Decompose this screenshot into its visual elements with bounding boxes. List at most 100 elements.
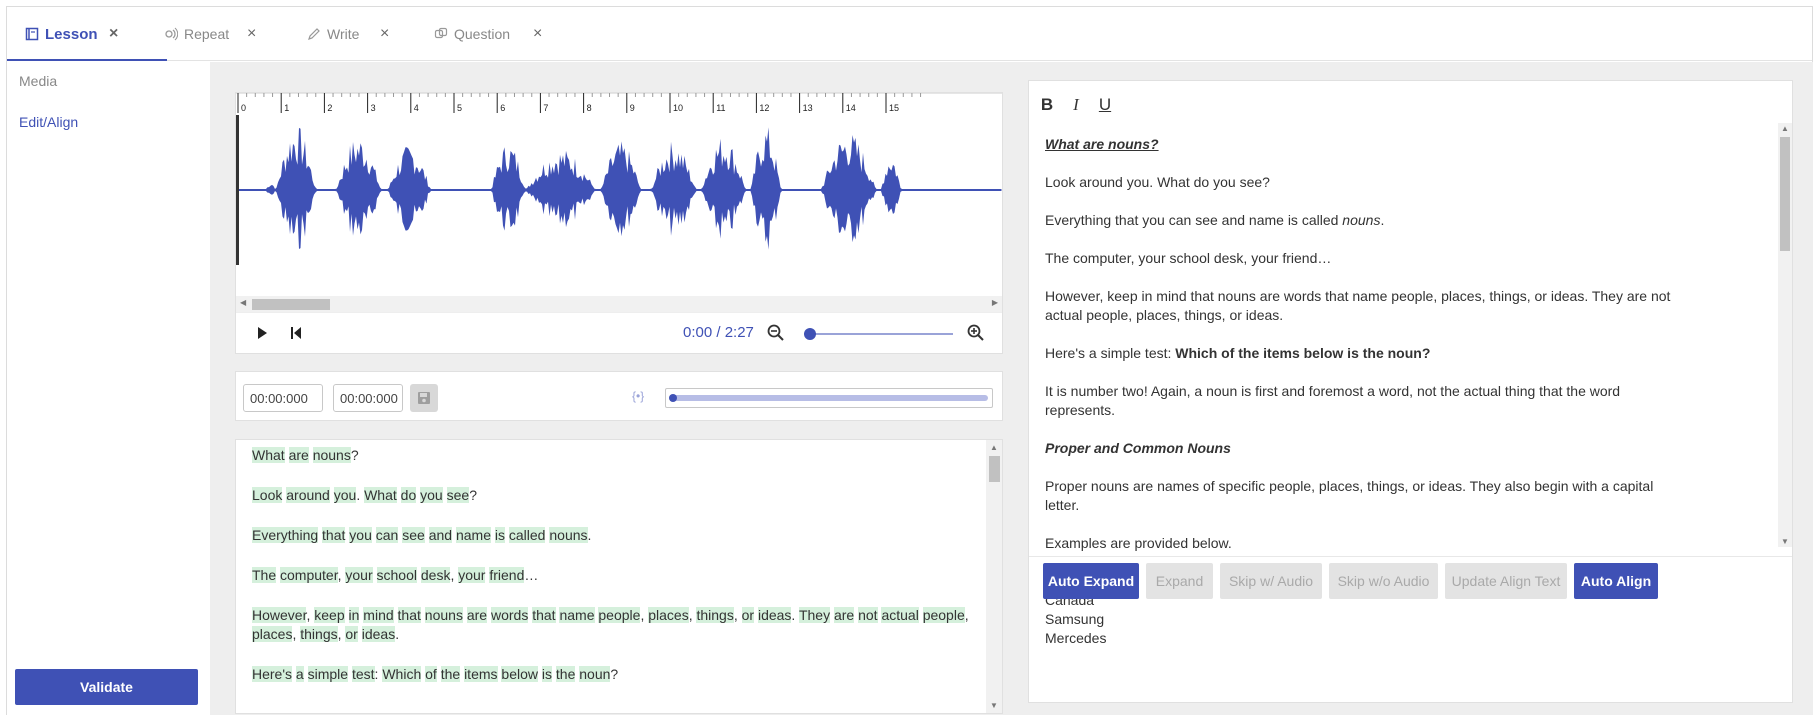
scrollbar-thumb[interactable]: [252, 299, 330, 310]
aligned-word[interactable]: noun: [579, 666, 611, 682]
aligned-word[interactable]: ideas: [757, 607, 792, 623]
timeline-ruler[interactable]: 0 1 2 3 4 5 6 7 8 9 10 11 12 13 14 15: [236, 93, 1002, 115]
aligned-word[interactable]: simple: [307, 666, 349, 682]
aligned-word[interactable]: school: [376, 567, 417, 583]
aligned-word[interactable]: ideas: [361, 626, 396, 642]
audio-waveform[interactable]: [236, 115, 1002, 265]
aligned-word[interactable]: that: [532, 607, 556, 623]
aligned-word[interactable]: name: [455, 527, 491, 543]
aligned-word[interactable]: They: [798, 607, 831, 623]
aligned-word[interactable]: What: [252, 447, 285, 463]
aligned-word[interactable]: nouns: [549, 527, 588, 543]
zoom-slider-handle[interactable]: [804, 328, 816, 340]
aligned-word[interactable]: test: [351, 666, 375, 682]
aligned-word[interactable]: friend: [489, 567, 525, 583]
aligned-word[interactable]: people: [598, 607, 641, 623]
skip-with-audio-button[interactable]: Skip w/ Audio: [1220, 563, 1322, 599]
aligned-word[interactable]: people: [922, 607, 965, 623]
save-segment-button[interactable]: [410, 384, 438, 412]
aligned-word[interactable]: are: [466, 607, 488, 623]
aligned-word[interactable]: mind: [363, 607, 394, 623]
aligned-word[interactable]: not: [858, 607, 878, 623]
aligned-word[interactable]: of: [425, 666, 437, 682]
auto-align-button[interactable]: Auto Align: [1574, 563, 1658, 599]
zoom-slider-track[interactable]: [807, 333, 953, 335]
close-icon[interactable]: ×: [533, 7, 542, 61]
aligned-word[interactable]: your: [345, 567, 373, 583]
segment-end-input[interactable]: 00:00:000: [333, 384, 403, 412]
bold-button[interactable]: B: [1037, 95, 1057, 115]
aligned-word[interactable]: you: [420, 487, 443, 503]
aligned-word[interactable]: Here's: [252, 666, 293, 682]
expand-button[interactable]: Expand: [1146, 563, 1213, 599]
aligned-word[interactable]: the: [440, 666, 461, 682]
sidebar-item-media[interactable]: Media: [19, 73, 57, 89]
aligned-word[interactable]: is: [541, 666, 553, 682]
aligned-word[interactable]: computer: [280, 567, 338, 583]
scroll-right-arrow-icon[interactable]: ▶: [992, 298, 998, 307]
aligned-word[interactable]: actual: [881, 607, 919, 623]
scroll-up-arrow-icon[interactable]: ▲: [1781, 124, 1789, 133]
aligned-word[interactable]: Look: [252, 487, 283, 503]
aligned-word[interactable]: see: [446, 487, 470, 503]
aligned-word[interactable]: a: [295, 666, 304, 682]
segment-start-input[interactable]: 00:00:000: [243, 384, 323, 412]
zoom-in-icon[interactable]: [966, 323, 986, 343]
validate-button[interactable]: Validate: [15, 669, 198, 705]
aligned-word[interactable]: nouns: [424, 607, 463, 623]
aligned-word[interactable]: desk: [420, 567, 451, 583]
waveform-scrollbar[interactable]: ◀ ▶: [236, 296, 1002, 312]
skip-to-start-icon[interactable]: [286, 323, 306, 343]
aligned-word[interactable]: What: [364, 487, 397, 503]
aligned-word[interactable]: that: [397, 607, 421, 623]
aligned-word[interactable]: nouns: [312, 447, 351, 463]
aligned-word[interactable]: The: [252, 567, 277, 583]
sidebar-item-edit-align[interactable]: Edit/Align: [19, 114, 78, 130]
aligned-word[interactable]: Everything: [252, 527, 319, 543]
aligned-word[interactable]: in: [348, 607, 360, 623]
close-icon[interactable]: ×: [109, 7, 118, 61]
scroll-up-arrow-icon[interactable]: ▲: [990, 443, 998, 452]
play-icon[interactable]: [252, 323, 272, 343]
scrollbar-thumb[interactable]: [989, 456, 1000, 482]
aligned-word[interactable]: are: [833, 607, 855, 623]
alignment-progress-bar[interactable]: [665, 388, 993, 408]
aligned-word[interactable]: Which: [382, 666, 422, 682]
auto-expand-button[interactable]: Auto Expand: [1043, 563, 1139, 599]
underline-button[interactable]: U: [1095, 95, 1115, 115]
close-icon[interactable]: ×: [380, 7, 389, 61]
aligned-word[interactable]: things: [696, 607, 734, 623]
aligned-word[interactable]: name: [559, 607, 595, 623]
scrollbar-thumb[interactable]: [1780, 137, 1790, 251]
aligned-word[interactable]: the: [555, 666, 576, 682]
aligned-word[interactable]: your: [458, 567, 486, 583]
aligned-word[interactable]: or: [345, 626, 358, 642]
aligned-word[interactable]: do: [400, 487, 417, 503]
aligned-word[interactable]: called: [508, 527, 546, 543]
aligned-word[interactable]: words: [490, 607, 529, 623]
scroll-down-arrow-icon[interactable]: ▼: [1781, 537, 1789, 546]
tab-write[interactable]: Write ×: [306, 7, 389, 61]
aligned-word[interactable]: keep: [314, 607, 345, 623]
aligned-word[interactable]: you: [333, 487, 357, 503]
playhead-cursor[interactable]: [236, 115, 239, 265]
tab-repeat[interactable]: Repeat ×: [163, 7, 256, 61]
scroll-left-arrow-icon[interactable]: ◀: [240, 298, 246, 307]
progress-marker[interactable]: [669, 394, 677, 402]
aligned-word[interactable]: is: [494, 527, 505, 543]
tab-lesson[interactable]: Lesson ×: [7, 7, 167, 61]
scroll-down-arrow-icon[interactable]: ▼: [990, 701, 998, 710]
aligned-word[interactable]: places: [648, 607, 689, 623]
aligned-word[interactable]: things: [300, 626, 338, 642]
aligned-word[interactable]: are: [288, 447, 309, 463]
aligned-word[interactable]: around: [286, 487, 330, 503]
update-align-text-button[interactable]: Update Align Text: [1445, 563, 1567, 599]
aligned-word[interactable]: below: [501, 666, 538, 682]
close-icon[interactable]: ×: [247, 7, 256, 61]
aligned-word[interactable]: see: [402, 527, 425, 543]
zoom-out-icon[interactable]: [766, 323, 786, 343]
aligned-text-scrollbar[interactable]: ▲ ▼: [986, 440, 1002, 713]
aligned-word[interactable]: items: [464, 666, 498, 682]
editor-scrollbar[interactable]: ▲ ▼: [1778, 123, 1792, 547]
aligned-word[interactable]: and: [428, 527, 453, 543]
